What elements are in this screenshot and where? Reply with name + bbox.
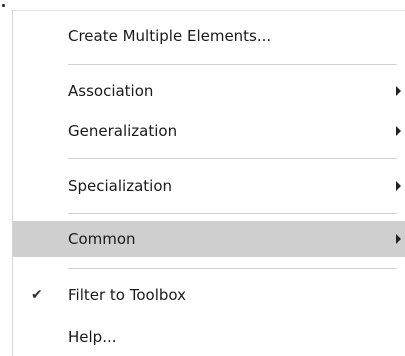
menu-item-label: Specialization bbox=[68, 177, 173, 195]
checkmark-icon: ✔ bbox=[31, 287, 43, 303]
menu-item-specialization[interactable]: Specialization bbox=[13, 170, 405, 202]
menu-item-label: Association bbox=[68, 82, 154, 100]
menu-item-label: Generalization bbox=[68, 122, 178, 140]
menu-item-label: Filter to Toolbox bbox=[68, 286, 186, 304]
menu-item-label: Help... bbox=[68, 328, 117, 346]
menu-separator bbox=[68, 64, 397, 65]
menu-separator bbox=[68, 158, 397, 159]
menu-item-help[interactable]: Help... bbox=[13, 321, 405, 353]
menu-item-common[interactable]: Common bbox=[13, 221, 405, 257]
context-menu: Create Multiple Elements... Association … bbox=[12, 10, 405, 356]
menu-separator bbox=[68, 268, 397, 269]
menu-item-label: Create Multiple Elements... bbox=[68, 27, 272, 45]
chevron-right-icon bbox=[396, 126, 401, 136]
chevron-right-icon bbox=[396, 234, 401, 244]
menu-item-label: Common bbox=[68, 230, 136, 248]
menu-item-association[interactable]: Association bbox=[13, 75, 405, 107]
chevron-right-icon bbox=[396, 86, 401, 96]
corner-mark bbox=[2, 4, 5, 7]
menu-item-filter-to-toolbox[interactable]: ✔ Filter to Toolbox bbox=[13, 279, 405, 311]
chevron-right-icon bbox=[396, 181, 401, 191]
menu-separator bbox=[68, 213, 397, 214]
menu-item-generalization[interactable]: Generalization bbox=[13, 115, 405, 147]
menu-item-create-multiple-elements[interactable]: Create Multiple Elements... bbox=[13, 11, 405, 61]
